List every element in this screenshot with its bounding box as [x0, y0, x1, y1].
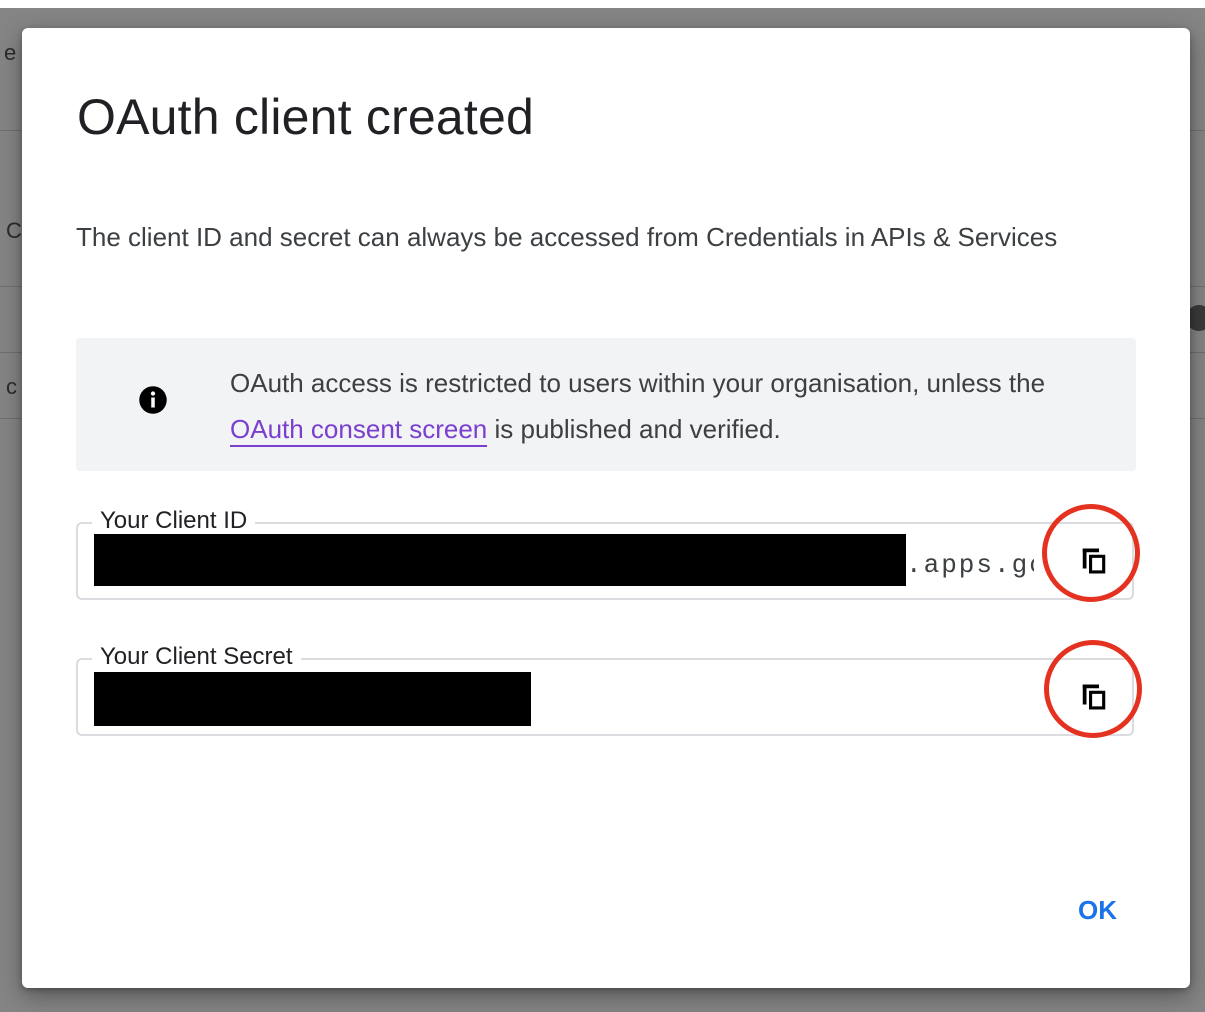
copy-icon: [1082, 684, 1106, 710]
client-secret-label: Your Client Secret: [92, 642, 301, 672]
background-text-fragment: C: [6, 218, 22, 243]
info-banner: OAuth access is restricted to users with…: [76, 338, 1136, 471]
background-text-fragment: c: [6, 374, 17, 399]
client-secret-redaction: [94, 672, 531, 726]
info-text-after: is published and verified.: [487, 414, 781, 444]
info-message: OAuth access is restricted to users with…: [230, 360, 1110, 452]
background-top-strip: [0, 0, 1205, 8]
copy-client-id-button[interactable]: [1072, 539, 1116, 583]
info-text-before: OAuth access is restricted to users with…: [230, 368, 1046, 398]
oauth-consent-screen-link[interactable]: OAuth consent screen: [230, 414, 488, 447]
copy-client-secret-button[interactable]: [1072, 675, 1116, 719]
client-id-visible-suffix[interactable]: .apps.gc: [906, 550, 1034, 580]
client-id-redaction: [94, 534, 906, 586]
oauth-client-created-dialog: OAuth client created The client ID and s…: [22, 28, 1190, 988]
client-id-field[interactable]: Your Client ID .apps.gc: [76, 506, 1134, 600]
ok-button[interactable]: OK: [1070, 890, 1125, 930]
dialog-description: The client ID and secret can always be a…: [76, 222, 1058, 252]
background-text-fragment: e: [4, 40, 17, 65]
client-secret-field[interactable]: Your Client Secret: [76, 642, 1134, 736]
info-icon: [139, 386, 167, 414]
client-id-label: Your Client ID: [92, 506, 256, 536]
dialog-title: OAuth client created: [77, 89, 535, 145]
copy-icon: [1082, 548, 1106, 574]
